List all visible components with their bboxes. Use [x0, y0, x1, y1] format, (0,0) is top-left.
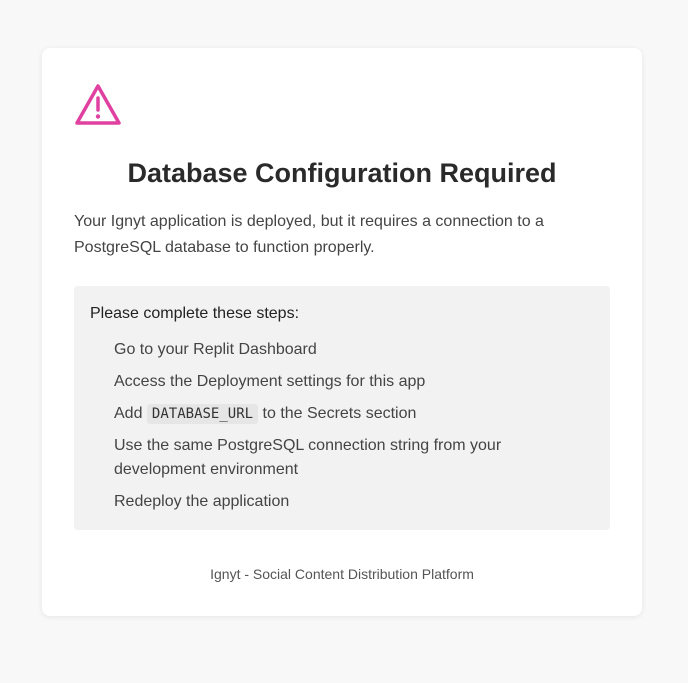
step-text-before: Add [114, 405, 143, 422]
footer-text: Ignyt - Social Content Distribution Plat… [210, 566, 474, 582]
config-card: Database Configuration Required Your Ign… [42, 48, 642, 616]
step-item: Go to your Replit Dashboard [114, 341, 317, 358]
page-title: Database Configuration Required [127, 158, 557, 188]
step-text-after: to the Secrets section [262, 405, 417, 422]
env-var-code: DATABASE_URL [146, 404, 259, 424]
steps-heading: Please complete these steps: [90, 305, 300, 322]
steps-panel: Please complete these steps: Go to your … [74, 286, 610, 530]
steps-list: Go to your Replit Dashboard Access the D… [114, 338, 554, 522]
intro-text: Your Ignyt application is deployed, but … [74, 213, 544, 256]
step-item: Redeploy the application [114, 493, 290, 510]
step-item: Access the Deployment settings for this … [114, 373, 426, 390]
step-item: Add DATABASE_URL to the Secrets section [114, 402, 554, 426]
step-item: Use the same PostgreSQL connection strin… [114, 437, 502, 478]
warning-triangle-icon [75, 84, 121, 125]
